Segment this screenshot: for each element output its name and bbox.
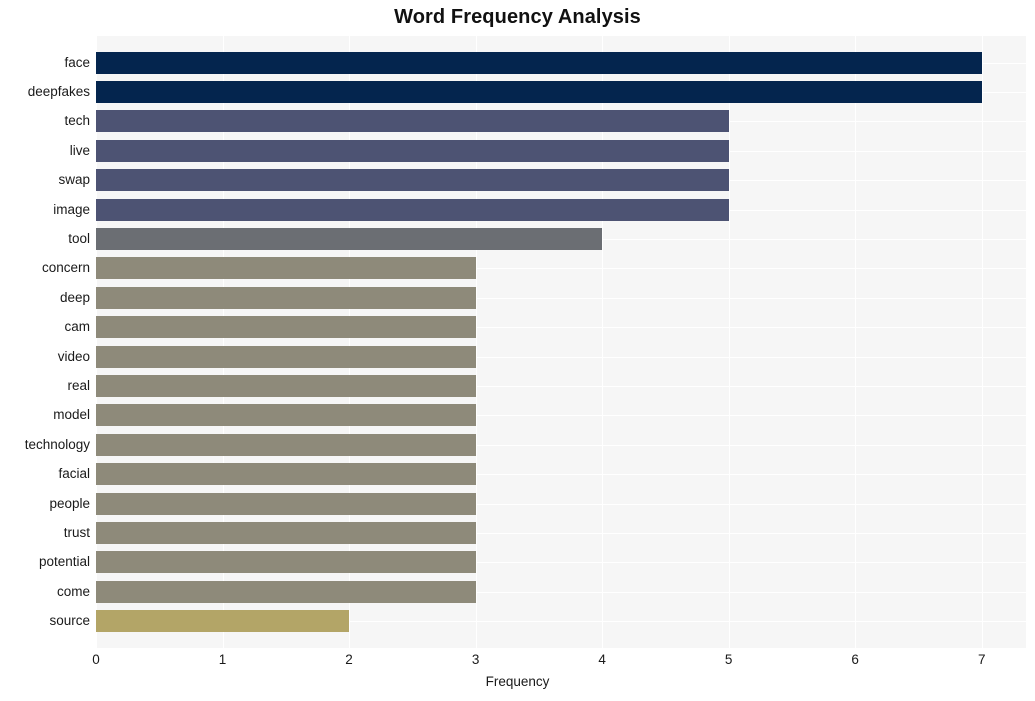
y-tick-label-real: real [67, 378, 90, 394]
x-tick-label-4: 4 [598, 652, 606, 667]
y-tick-label-tech: tech [64, 113, 90, 129]
x-tick-label-2: 2 [345, 652, 353, 667]
y-tick-label-deepfakes: deepfakes [27, 84, 90, 100]
y-tick-label-tool: tool [68, 231, 90, 247]
bar-model [96, 404, 476, 426]
x-gridline-7 [982, 36, 983, 648]
bar-concern [96, 257, 476, 279]
bar-people [96, 493, 476, 515]
x-gridline-5 [729, 36, 730, 648]
y-tick-label-image: image [53, 201, 90, 217]
bar-trust [96, 522, 476, 544]
bar-tech [96, 110, 729, 132]
y-tick-label-people: people [49, 495, 90, 511]
y-tick-label-come: come [56, 583, 90, 599]
bar-swap [96, 169, 729, 191]
y-tick-label-concern: concern [41, 260, 90, 276]
x-tick-label-0: 0 [92, 652, 100, 667]
bar-real [96, 375, 476, 397]
x-gridline-6 [855, 36, 856, 648]
x-tick-label-7: 7 [977, 652, 986, 667]
y-tick-label-source: source [49, 613, 90, 629]
bar-live [96, 140, 729, 162]
chart-figure: Word Frequency Analysis face deepfakes tec… [0, 0, 1035, 701]
y-tick-label-live: live [69, 142, 90, 158]
y-tick-label-deep: deep [59, 289, 90, 305]
bar-deepfakes [96, 81, 982, 103]
x-tick-label-6: 6 [851, 652, 859, 667]
bar-facial [96, 463, 476, 485]
x-axis-label: Frequency [485, 674, 550, 689]
bar-video [96, 346, 476, 368]
bar-face [96, 52, 982, 74]
bar-deep [96, 287, 476, 309]
bar-tool [96, 228, 602, 250]
y-tick-label-cam: cam [64, 319, 90, 335]
bar-cam [96, 316, 476, 338]
y-tick-label-face: face [64, 54, 90, 70]
y-tick-label-swap: swap [58, 172, 90, 188]
y-tick-label-video: video [57, 348, 90, 364]
chart-title: Word Frequency Analysis [394, 6, 641, 28]
x-tick-label-3: 3 [471, 652, 480, 667]
bar-come [96, 581, 476, 603]
bar-source [96, 610, 349, 632]
y-tick-label-potential: potential [38, 554, 90, 570]
plot-area [96, 36, 1026, 648]
x-tick-label-5: 5 [724, 652, 733, 667]
y-tick-label-technology: technology [24, 436, 90, 452]
y-tick-label-model: model [53, 407, 90, 423]
x-tick-label-1: 1 [218, 652, 227, 667]
bar-image [96, 199, 729, 221]
y-tick-label-facial: facial [58, 466, 90, 482]
y-tick-label-trust: trust [63, 525, 90, 540]
bar-technology [96, 434, 476, 456]
bar-potential [96, 551, 476, 573]
